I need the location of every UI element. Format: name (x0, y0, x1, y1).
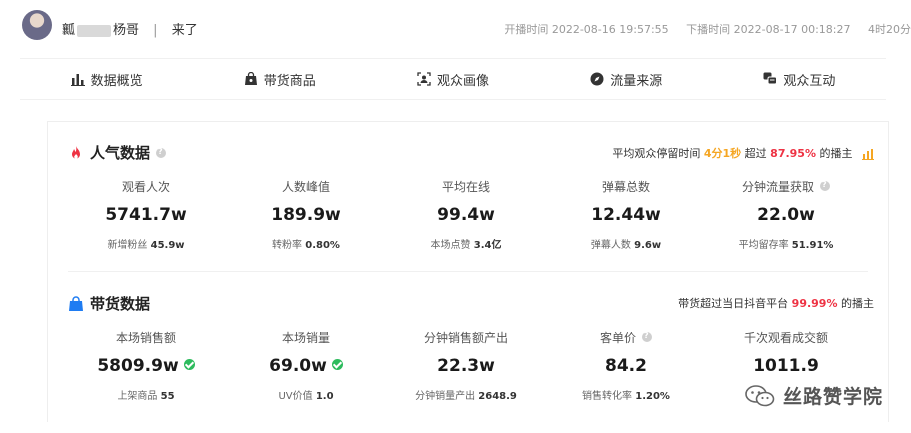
section-divider (68, 271, 868, 272)
metric-label: 分钟销售额产出 (423, 331, 508, 345)
metric-value: 5741.7w (105, 205, 187, 225)
metric-value: 22.0w (757, 205, 815, 225)
tab-traffic-source[interactable]: 流量来源 (540, 59, 713, 99)
shopping-bag-icon (244, 72, 257, 85)
note-dwell-value: 4分1秒 (703, 147, 742, 160)
dwell-time-note: 平均观众停留时间 4分1秒 超过 87.95% 的播主 (612, 145, 874, 161)
redacted-name (77, 24, 112, 37)
metric-avg-order-value: 客单价 84.2 销售转化率 1.20% (546, 329, 706, 402)
metric-sub: 平均留存率 51.91% (738, 240, 834, 251)
tab-label: 数据概览 (90, 73, 143, 89)
chat-icon (763, 72, 778, 85)
tab-label: 观众画像 (437, 73, 490, 89)
metric-traffic-per-minute: 分钟流量获取 22.0w 平均留存率 51.91% (706, 178, 866, 251)
popularity-section-title: 人气数据 (68, 142, 167, 163)
fire-icon (72, 145, 80, 159)
verified-check-icon (331, 358, 343, 370)
tab-audience-profile[interactable]: 观众画像 (366, 59, 539, 99)
section-title-text: 人气数据 (90, 144, 151, 162)
tab-label: 带货商品 (263, 73, 316, 89)
metric-sub: 销售转化率 1.20% (582, 391, 670, 402)
metric-label: 人数峰值 (281, 180, 330, 194)
metric-label: 分钟流量获取 (706, 178, 866, 194)
metric-value: 99.4w (437, 205, 495, 225)
metric-value: 12.44w (591, 205, 661, 225)
metric-value: 189.9w (271, 205, 341, 225)
status-text: 来了 (171, 23, 198, 38)
metric-label: 本场销量 (281, 331, 330, 345)
metric-peak-viewers: 人数峰值 189.9w 转粉率 0.80% (226, 178, 386, 251)
metric-label: 千次观看成交额 (743, 331, 828, 345)
note-suffix: 的播主 (819, 147, 853, 160)
sales-rank-note: 带货超过当日抖音平台 99.99% 的播主 (678, 295, 874, 311)
metric-comments: 弹幕总数 12.44w 弹幕人数 9.6w (546, 178, 706, 251)
metric-sub: 转粉率 0.80% (272, 240, 340, 251)
tab-label: 流量来源 (610, 73, 663, 89)
metric-label: 本场销售额 (115, 331, 176, 345)
streamer-name-suffix[interactable]: 杨哥 (113, 23, 139, 38)
metric-label: 平均在线 (441, 180, 490, 194)
metric-value: 69.0w (226, 356, 386, 378)
verified-check-icon (183, 358, 195, 370)
session-times: 开播时间 2022-08-16 19:57:55 下播时间 2022-08-17… (490, 21, 911, 37)
duration: 4时20分 (868, 23, 911, 36)
metric-sub: 分钟销量产出 2648.9 (415, 391, 517, 402)
note-suffix: 的播主 (841, 297, 874, 310)
section-title-text: 带货数据 (90, 295, 151, 313)
name-separator: | (153, 23, 158, 38)
metric-sales-volume: 本场销量 69.0w UV价值 1.0 (226, 329, 386, 402)
info-icon[interactable] (820, 180, 830, 191)
metric-sub: 新增粉丝 45.9w (107, 240, 185, 251)
metric-sub: 弹幕人数 9.6w (590, 240, 662, 251)
rank-chart-icon[interactable] (862, 148, 874, 160)
shopping-bag-icon (69, 295, 83, 311)
streamer-avatar[interactable] (22, 10, 52, 40)
tab-audience-interaction[interactable]: 观众互动 (713, 59, 886, 99)
metric-label: 观看人次 (121, 180, 170, 194)
info-icon[interactable] (156, 147, 167, 158)
watermark-text: 丝路赞学院 (782, 386, 883, 408)
sales-section-title: 带货数据 (68, 293, 150, 314)
tab-products[interactable]: 带货商品 (193, 59, 366, 99)
note-percent: 87.95% (770, 147, 816, 160)
streamer-line: 瓤 杨哥 | 来了 (62, 19, 198, 38)
note-percent: 99.99% (791, 297, 838, 310)
overview-card: 人气数据 平均观众停留时间 4分1秒 超过 87.95% 的播主 观看人次 57… (47, 121, 889, 422)
metric-avg-online: 平均在线 99.4w 本场点赞 3.4亿 (386, 178, 546, 251)
metric-sales-per-minute: 分钟销售额产出 22.3w 分钟销量产出 2648.9 (386, 329, 546, 402)
note-mid: 超过 (744, 147, 767, 160)
user-scan-icon (417, 72, 431, 86)
popularity-metrics: 观看人次 5741.7w 新增粉丝 45.9w 人数峰值 189.9w 转粉率 … (66, 178, 866, 251)
end-time: 下播时间 2022-08-17 00:18:27 (686, 23, 851, 36)
live-session-header: 瓤 杨哥 | 来了 开播时间 2022-08-16 19:57:55 下播时间 2… (0, 0, 911, 58)
compass-icon (590, 72, 604, 86)
tab-data-overview[interactable]: 数据概览 (20, 59, 193, 99)
section-tabs: 数据概览 带货商品 观众画像 流量来源 观众互动 (20, 58, 886, 100)
metric-label: 客单价 (546, 329, 706, 345)
streamer-name-prefix[interactable]: 瓤 (62, 23, 75, 38)
info-icon[interactable] (642, 331, 652, 342)
tab-label: 观众互动 (783, 73, 836, 89)
metric-sales-amount: 本场销售额 5809.9w 上架商品 55 (66, 329, 226, 402)
wechat-watermark: 丝路赞学院 (745, 382, 883, 409)
metric-label: 弹幕总数 (601, 180, 650, 194)
metric-value: 5809.9w (66, 356, 226, 378)
metric-sub: 本场点赞 3.4亿 (430, 240, 502, 251)
wechat-icon (745, 384, 775, 406)
metric-value: 84.2 (605, 356, 647, 376)
metric-sub: 上架商品 55 (117, 391, 175, 402)
start-time: 开播时间 2022-08-16 19:57:55 (504, 23, 669, 36)
note-prefix: 带货超过当日抖音平台 (678, 297, 789, 310)
metric-sub: UV价值 1.0 (278, 391, 334, 402)
metric-value: 1011.9 (753, 356, 819, 376)
metric-value: 22.3w (437, 356, 495, 376)
metric-views: 观看人次 5741.7w 新增粉丝 45.9w (66, 178, 226, 251)
note-prefix: 平均观众停留时间 (612, 147, 701, 160)
bar-chart-icon (70, 74, 85, 86)
